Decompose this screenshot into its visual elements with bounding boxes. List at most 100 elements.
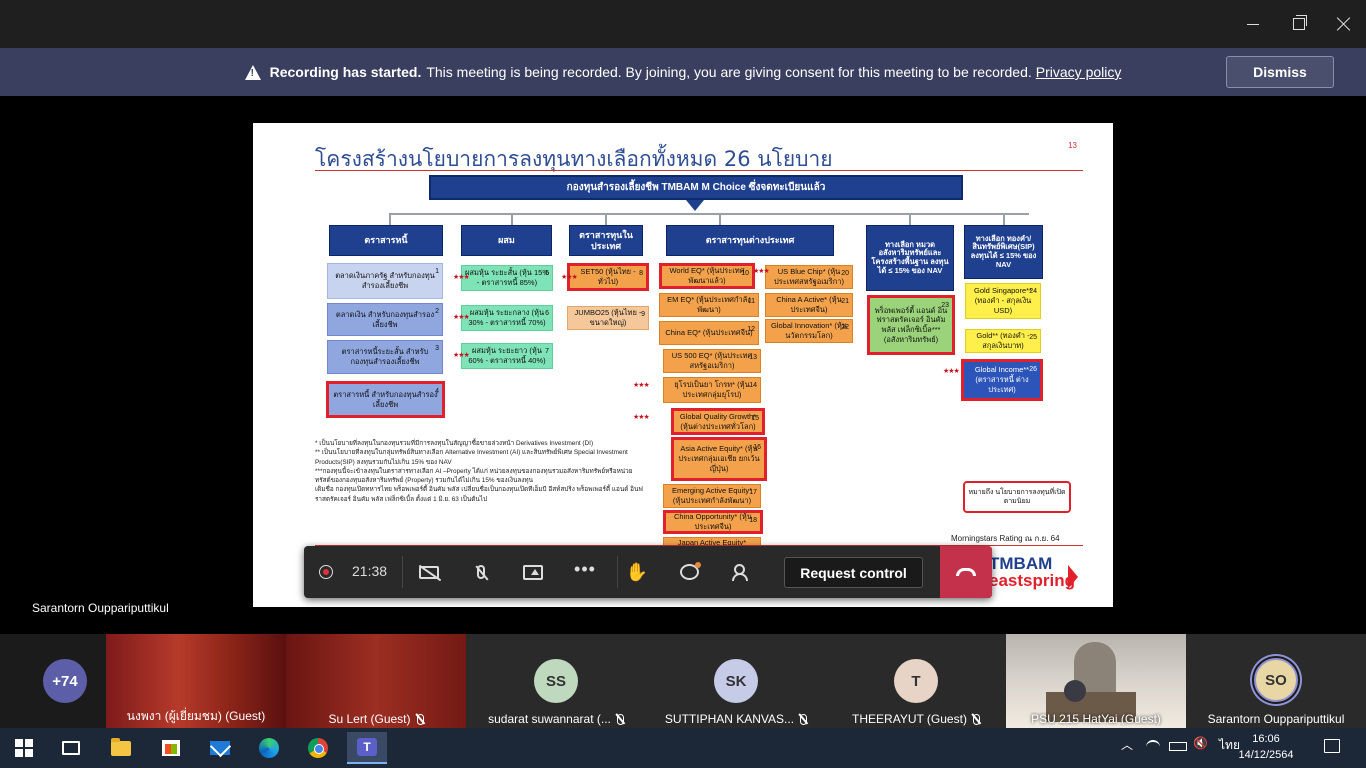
leave-call-button[interactable] bbox=[940, 546, 992, 598]
restore-icon bbox=[1293, 15, 1307, 30]
room-person bbox=[1064, 680, 1086, 702]
fund-cell: World EQ* (หุ้นประเทศพัฒนาแล้ว) 10 bbox=[659, 263, 755, 289]
meeting-controls: 21:38 ••• ✋ Request control bbox=[304, 546, 992, 598]
tree-branch bbox=[1003, 213, 1005, 225]
fund-label: Gold Singapore** (ทองคำ - สกุลเงิน USD) bbox=[974, 286, 1032, 315]
folder-icon bbox=[111, 737, 131, 756]
chrome-button[interactable] bbox=[298, 732, 338, 764]
shared-slide: โครงสร้างนโยบายการลงทุนทางเลือกทั้งหมด 2… bbox=[253, 123, 1113, 607]
raise-hand-button[interactable]: ✋ bbox=[619, 556, 655, 588]
share-button[interactable] bbox=[515, 556, 551, 588]
tree-branch bbox=[719, 213, 721, 225]
people-icon bbox=[732, 564, 750, 581]
rating-stars: ★★★ bbox=[633, 382, 650, 389]
fund-cell: EM EQ* (หุ้นประเทศกำลังพัฒนา) 11 bbox=[659, 293, 759, 317]
participant-name: THEERAYUT (Guest) bbox=[826, 712, 1006, 726]
fund-label: JUMBO25 (หุ้นไทย - ขนาดใหญ่) bbox=[574, 308, 642, 327]
fund-label: Global Quality Growth* (หุ้นต่างประเทศทั… bbox=[679, 411, 757, 431]
fund-number: 7 bbox=[545, 348, 549, 355]
participant-tile[interactable]: SS sudarat suwannarat (... bbox=[466, 634, 646, 728]
request-control-button[interactable]: Request control bbox=[784, 557, 923, 588]
teams-meeting-window: Recording has started. This meeting is b… bbox=[0, 0, 1366, 768]
fund-label: ผสมหุ้น ระยะสั้น (หุ้น 15% - ตราสารหนี้ … bbox=[465, 268, 550, 287]
fund-label: Global Innovation* (หุ้นนวัตกรรมโลก) bbox=[771, 321, 847, 340]
store-button[interactable] bbox=[151, 732, 191, 764]
logo-text-1: TMBAM bbox=[989, 554, 1053, 573]
more-actions-button[interactable]: ••• bbox=[567, 556, 603, 588]
category-domestic-equity: ตราสารทุนในประเทศ bbox=[569, 225, 643, 256]
fund-label: World EQ* (หุ้นประเทศพัฒนาแล้ว) bbox=[669, 266, 745, 285]
fund-number: 16 bbox=[753, 444, 761, 451]
file-explorer-button[interactable] bbox=[101, 732, 141, 764]
close-button[interactable] bbox=[1321, 0, 1366, 48]
share-icon bbox=[523, 564, 543, 580]
wifi-button[interactable] bbox=[1146, 740, 1160, 754]
avatar: SO bbox=[1254, 658, 1298, 702]
tmbam-logo: TMBAM eastspring bbox=[989, 555, 1079, 589]
fund-number: 1 bbox=[435, 268, 439, 275]
wifi-icon bbox=[1146, 740, 1160, 754]
fund-number: 10 bbox=[741, 270, 749, 277]
fund-number: 18 bbox=[749, 517, 757, 524]
notification-icon[interactable] bbox=[1324, 739, 1340, 753]
fund-number: 2 bbox=[435, 308, 439, 315]
fund-number: 9 bbox=[641, 311, 645, 318]
category-sip: ทางเลือก ทองคำ/สินทรัพย์พิเศษ(SIP) ลงทุน… bbox=[964, 225, 1043, 279]
rating-stars: ★★★ bbox=[561, 274, 578, 281]
fund-number: 25 bbox=[1029, 334, 1037, 341]
participant-tile[interactable]: T THEERAYUT (Guest) bbox=[826, 634, 1006, 728]
participant-tile[interactable]: Su Lert (Guest) bbox=[286, 634, 466, 728]
mail-icon bbox=[210, 741, 230, 755]
volume-button[interactable]: 🔇 bbox=[1193, 736, 1208, 750]
start-button[interactable] bbox=[4, 732, 44, 764]
chevron-up-icon[interactable]: ︿ bbox=[1121, 736, 1133, 753]
maximize-button[interactable] bbox=[1276, 0, 1322, 48]
windows-icon bbox=[15, 739, 33, 757]
minimize-button[interactable] bbox=[1230, 0, 1276, 48]
mic-off-icon bbox=[972, 714, 980, 725]
rating-stars: ★★★ bbox=[753, 268, 770, 275]
fund-number: 12 bbox=[747, 326, 755, 333]
fund-cell: ตราสารหนี้ระยะสั้น สำหรับกองทุนสำรองเลี้… bbox=[327, 340, 443, 374]
chat-icon bbox=[679, 562, 701, 580]
windows-taskbar: T ︿ 🔇 ไทย 16:06 14/12/2564 bbox=[0, 728, 1366, 768]
participant-tile[interactable]: PSU 215 HatYai (Guest) bbox=[1006, 634, 1186, 728]
fund-cell: พร็อพเพอร์ตี้ แอนด์ อินฟราสตรัคเจอร์ อิน… bbox=[867, 295, 955, 355]
presenter-name: Sarantorn Ouppariputtikul bbox=[32, 601, 169, 615]
participant-tile[interactable]: SO Sarantorn Ouppariputtikul bbox=[1186, 634, 1366, 728]
privacy-policy-link[interactable]: Privacy policy bbox=[1036, 64, 1122, 80]
recording-banner: Recording has started. This meeting is b… bbox=[0, 48, 1366, 96]
teams-button[interactable]: T bbox=[347, 732, 387, 764]
edge-icon bbox=[259, 738, 279, 758]
fund-label: EM EQ* (หุ้นประเทศกำลังพัฒนา) bbox=[667, 295, 751, 314]
more-icon: ••• bbox=[574, 559, 596, 579]
more-participants-tile[interactable]: +74 bbox=[0, 634, 106, 728]
mail-button[interactable] bbox=[200, 732, 240, 764]
mic-off-icon bbox=[616, 714, 624, 725]
fund-number: 26 bbox=[1029, 366, 1037, 373]
banner-bold-text: Recording has started. bbox=[269, 64, 422, 80]
dismiss-button[interactable]: Dismiss bbox=[1226, 56, 1334, 88]
task-view-button[interactable] bbox=[51, 732, 91, 764]
fund-label: China EQ* (หุ้นประเทศจีน) bbox=[665, 328, 753, 338]
participants-button[interactable] bbox=[723, 556, 759, 588]
fund-number: 23 bbox=[941, 302, 949, 309]
category-foreign-equity: ตราสารทุนต่างประเทศ bbox=[666, 225, 834, 256]
edge-button[interactable] bbox=[249, 732, 289, 764]
recording-icon bbox=[319, 565, 333, 579]
battery-button[interactable] bbox=[1169, 742, 1187, 751]
task-view-icon bbox=[62, 741, 80, 755]
mic-toggle-button[interactable] bbox=[463, 556, 499, 588]
fund-label: พร็อพเพอร์ตี้ แอนด์ อินฟราสตรัคเจอร์ อิน… bbox=[874, 305, 948, 344]
camera-toggle-button[interactable] bbox=[411, 556, 447, 588]
store-icon bbox=[162, 740, 180, 756]
participant-tile[interactable]: SK SUTTIPHAN KANVAS... bbox=[646, 634, 826, 728]
rating-stars: ★★★ bbox=[453, 274, 470, 281]
fund-number: 15 bbox=[751, 415, 759, 422]
clock[interactable]: 16:06 14/12/2564 bbox=[1236, 731, 1296, 763]
rating-stars: ★★★ bbox=[453, 352, 470, 359]
fund-number: 14 bbox=[749, 382, 757, 389]
chat-button[interactable] bbox=[671, 556, 707, 588]
participant-name: sudarat suwannarat (... bbox=[466, 712, 646, 726]
participant-tile[interactable]: นงพงา (ผู้เยี่ยมชม) (Guest) bbox=[106, 634, 286, 728]
